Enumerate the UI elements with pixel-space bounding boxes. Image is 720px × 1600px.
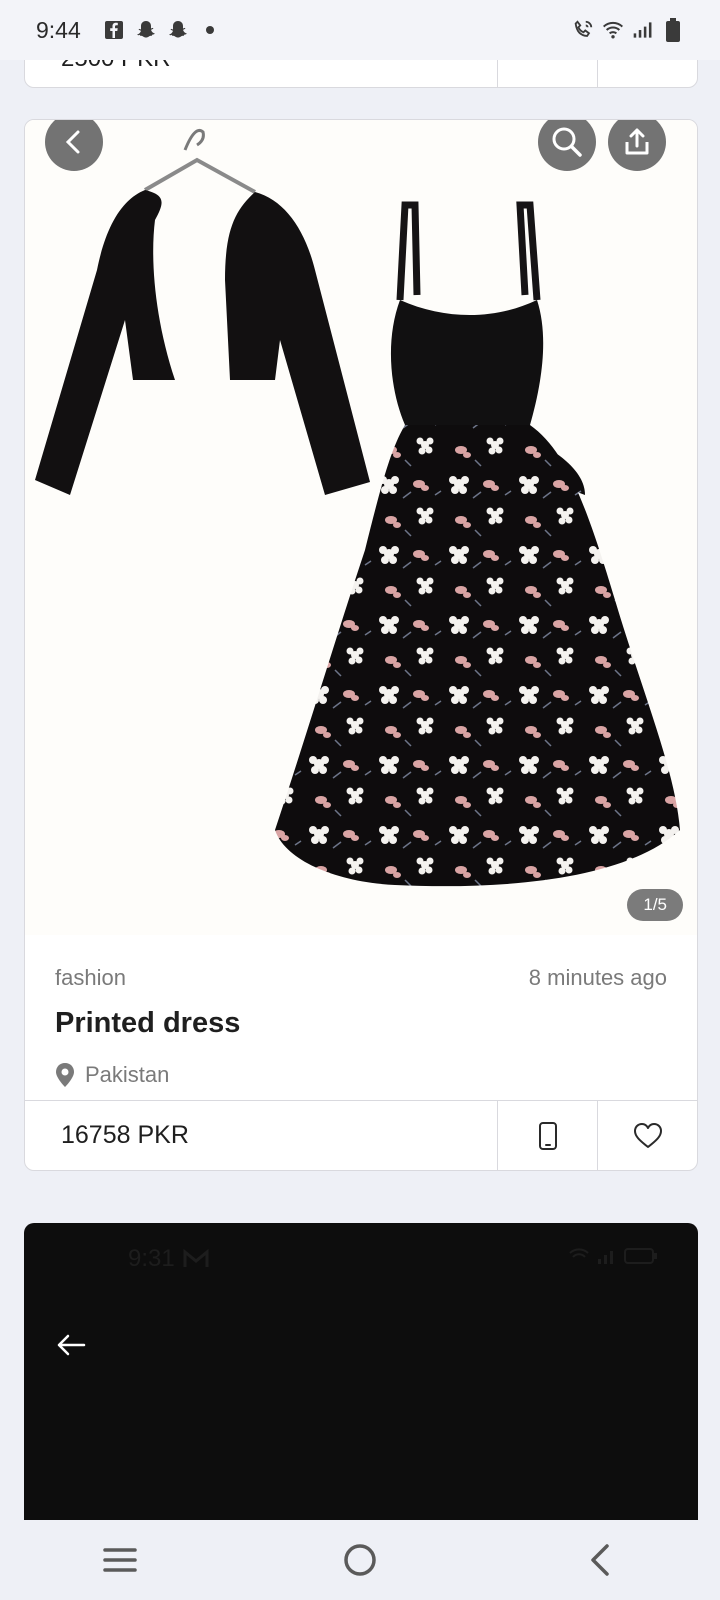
location-pin-icon xyxy=(56,1063,74,1087)
dot-icon xyxy=(199,19,221,41)
dress-photo xyxy=(35,129,680,887)
share-icon xyxy=(625,128,649,155)
listing-info[interactable]: fashion 8 minutes ago Printed dress Paki… xyxy=(25,935,697,1120)
listing-feed[interactable]: 2500 PKR xyxy=(0,60,720,1520)
system-icons xyxy=(572,18,684,42)
listing-actions-row: 16758 PKR xyxy=(25,1100,697,1170)
recents-icon xyxy=(103,1548,137,1572)
listing-card[interactable]: 1/5 fashion 8 minutes ago Printed dress … xyxy=(24,119,698,1171)
heart-icon xyxy=(633,1122,662,1148)
favorite-button[interactable] xyxy=(597,1101,697,1170)
previous-favorite-button[interactable] xyxy=(597,60,697,87)
listing-location: Pakistan xyxy=(55,1062,667,1088)
status-bar: 9:44 xyxy=(0,0,720,60)
home-button[interactable] xyxy=(320,1530,400,1590)
chevron-left-icon xyxy=(65,130,80,154)
snapchat-icon xyxy=(135,19,157,41)
wifi-icon xyxy=(569,1248,589,1258)
previous-listing-price: 2500 PKR xyxy=(25,60,497,73)
search-icon xyxy=(552,127,582,157)
wifi-icon xyxy=(602,19,624,41)
listing-title[interactable]: Printed dress xyxy=(55,1007,667,1040)
home-icon xyxy=(344,1544,376,1576)
previous-call-button[interactable] xyxy=(497,60,597,87)
wifi-call-icon xyxy=(572,19,594,41)
image-counter: 1/5 xyxy=(627,889,683,921)
system-nav-bar xyxy=(0,1520,720,1600)
facebook-icon xyxy=(103,19,125,41)
snapchat-icon xyxy=(167,19,189,41)
signal-icon xyxy=(598,1251,613,1264)
call-button[interactable] xyxy=(497,1101,597,1170)
next-listing-image-icons xyxy=(568,1247,658,1265)
listing-location-text: Pakistan xyxy=(85,1062,170,1087)
next-listing-card[interactable]: 9:31 xyxy=(24,1223,698,1520)
signal-icon xyxy=(632,19,654,41)
recents-button[interactable] xyxy=(80,1530,160,1590)
next-listing-image-time: 9:31 xyxy=(128,1245,175,1272)
battery-icon xyxy=(662,18,684,42)
phone-icon xyxy=(538,1121,557,1150)
status-time: 9:44 xyxy=(36,16,81,43)
back-icon xyxy=(591,1544,609,1576)
battery-icon xyxy=(624,1248,657,1264)
listing-image[interactable]: 1/5 xyxy=(25,120,697,935)
next-listing-image-status: 9:31 xyxy=(128,1245,209,1273)
previous-listing-card[interactable]: 2500 PKR xyxy=(24,60,698,88)
listing-posted-time: 8 minutes ago xyxy=(528,965,667,990)
notification-icons xyxy=(103,19,221,41)
arrow-left-icon xyxy=(56,1333,86,1362)
listing-price: 16758 PKR xyxy=(61,1121,189,1149)
mail-icon xyxy=(183,1249,209,1267)
back-nav-button[interactable] xyxy=(560,1530,640,1590)
